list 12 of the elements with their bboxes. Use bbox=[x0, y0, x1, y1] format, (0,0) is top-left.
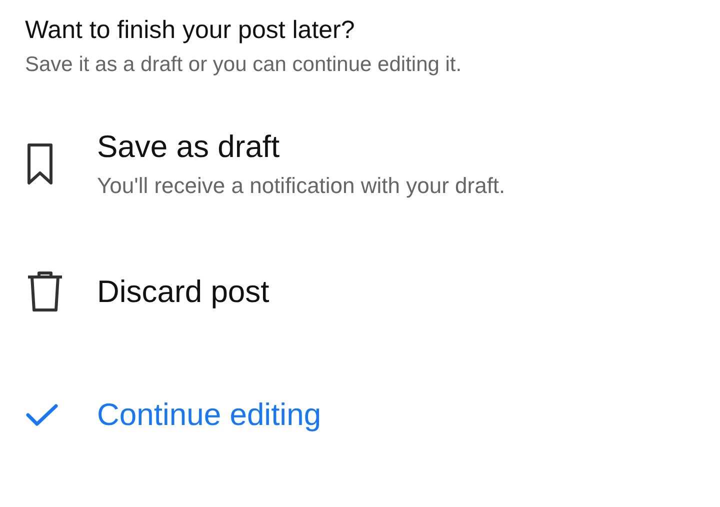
trash-icon bbox=[25, 270, 65, 314]
option-label: Continue editing bbox=[97, 396, 322, 432]
option-label: Save as draft bbox=[97, 129, 281, 165]
option-item[interactable]: Continue editing bbox=[25, 384, 720, 445]
bookmark-icon bbox=[25, 142, 55, 186]
dialog-title: Want to finish your post later? bbox=[25, 16, 356, 45]
option-label: Discard post bbox=[97, 274, 270, 310]
option-item[interactable]: Save as draft You'll receive a notification with your draft. bbox=[25, 129, 720, 199]
option-description: You'll receive a notification with your draft. bbox=[97, 173, 506, 199]
dialog-subtitle: Save it as a draft or you can continue editing it. bbox=[25, 53, 463, 77]
check-icon bbox=[25, 402, 59, 426]
option-item[interactable]: Discard post bbox=[25, 261, 720, 322]
